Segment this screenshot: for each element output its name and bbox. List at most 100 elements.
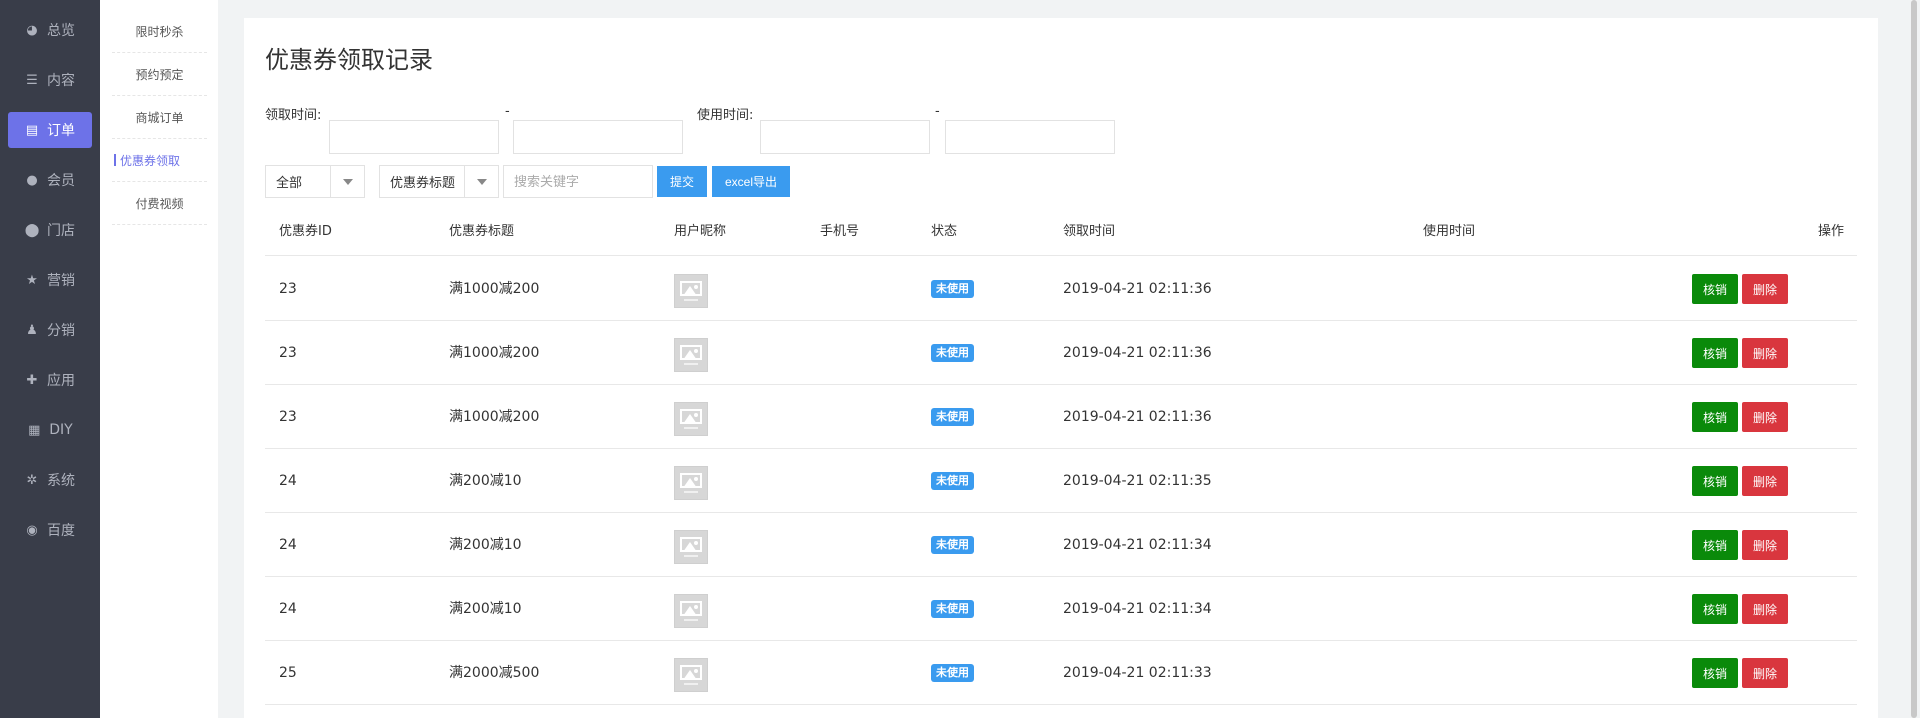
sub-nav: 限时秒杀 预约预定 商城订单 优惠券领取 付费视频 <box>100 0 218 718</box>
table-row: 24 满200减10 未使用 2019-04-21 02:11:35 核销 删除 <box>265 449 1857 513</box>
receive-time-cell: 2019-04-21 02:11:33 <box>1063 665 1212 681</box>
column-header: 使用时间 <box>1423 224 1476 239</box>
table-row: 23 满1000减200 未使用 2019-04-21 02:11:36 核销 删除 <box>265 257 1857 321</box>
delete-button[interactable]: 删除 <box>1742 402 1788 432</box>
column-header: 操作 <box>1818 224 1845 239</box>
image-placeholder-icon <box>680 281 702 296</box>
export-excel-button[interactable]: excel导出 <box>712 166 790 197</box>
nav-item-4[interactable]: ⬤ 门店 <box>8 212 92 248</box>
verify-button[interactable]: 核销 <box>1692 530 1738 560</box>
verify-button[interactable]: 核销 <box>1692 466 1738 496</box>
delete-button[interactable]: 删除 <box>1742 466 1788 496</box>
image-placeholder-icon <box>680 473 702 488</box>
column-header: 状态 <box>931 224 958 239</box>
nav-item-7[interactable]: ✚ 应用 <box>8 362 92 398</box>
nav-item-label: 门店 <box>47 223 75 239</box>
status-badge: 未使用 <box>931 536 974 554</box>
receive-time-cell: 2019-04-21 02:11:34 <box>1063 537 1212 553</box>
vertical-scrollbar[interactable] <box>1908 0 1920 718</box>
status-badge: 未使用 <box>931 408 974 426</box>
avatar <box>674 530 708 564</box>
coupon-id-cell: 23 <box>279 281 297 297</box>
nav-item-6[interactable]: ♟ 分销 <box>8 312 92 348</box>
status-badge: 未使用 <box>931 664 974 682</box>
coupon-id-cell: 23 <box>279 409 297 425</box>
nav-item-9[interactable]: ✲ 系统 <box>8 462 92 498</box>
nav-item-label: 内容 <box>47 73 75 89</box>
image-placeholder-icon <box>680 537 702 552</box>
nav-item-5[interactable]: ★ 营销 <box>8 262 92 298</box>
verify-button[interactable]: 核销 <box>1692 402 1738 432</box>
nav-item-10[interactable]: ◉ 百度 <box>8 512 92 548</box>
verify-button[interactable]: 核销 <box>1692 594 1738 624</box>
range-separator: - <box>935 104 940 119</box>
receive-time-label: 领取时间: <box>265 108 322 123</box>
table-row: 23 满1000减200 未使用 2019-04-21 02:11:36 核销 删除 <box>265 385 1857 449</box>
coupon-title-cell: 满200减10 <box>449 537 522 553</box>
delete-button[interactable]: 删除 <box>1742 274 1788 304</box>
content-panel: 优惠券领取记录 领取时间: - 使用时间: - 全部 优惠券标题 提交 exce… <box>244 18 1878 718</box>
receive-time-cell: 2019-04-21 02:11:36 <box>1063 281 1212 297</box>
coupon-id-cell: 23 <box>279 345 297 361</box>
receive-time-end-input[interactable] <box>513 120 683 154</box>
receive-time-cell: 2019-04-21 02:11:36 <box>1063 409 1212 425</box>
coupon-id-cell: 24 <box>279 537 297 553</box>
delete-button[interactable]: 删除 <box>1742 658 1788 688</box>
receive-time-start-input[interactable] <box>329 120 499 154</box>
nav-item-label: 应用 <box>47 373 75 389</box>
scrollbar-thumb[interactable] <box>1911 0 1917 718</box>
coupon-title-cell: 满200减10 <box>449 473 522 489</box>
nav-item-8[interactable]: ▦ DIY <box>8 412 92 448</box>
coupon-title-cell: 满1000减200 <box>449 409 540 425</box>
image-placeholder-caption <box>684 299 698 301</box>
table-row: 25 满2000减500 未使用 2019-04-21 02:11:33 核销 删除 <box>265 641 1857 705</box>
avatar <box>674 594 708 628</box>
image-placeholder-caption <box>684 555 698 557</box>
receive-time-cell: 2019-04-21 02:11:34 <box>1063 601 1212 617</box>
search-input[interactable] <box>503 165 653 198</box>
status-select[interactable]: 全部 <box>265 165 365 198</box>
page-title: 优惠券领取记录 <box>265 46 433 74</box>
avatar <box>674 466 708 500</box>
status-badge: 未使用 <box>931 280 974 298</box>
delete-button[interactable]: 删除 <box>1742 530 1788 560</box>
image-placeholder-icon <box>680 409 702 424</box>
verify-button[interactable]: 核销 <box>1692 338 1738 368</box>
use-time-start-input[interactable] <box>760 120 930 154</box>
nav-item-1[interactable]: ☰ 内容 <box>8 62 92 98</box>
table-header: 优惠券ID 优惠券标题 用户昵称 手机号 状态 领取时间 使用时间 操作 <box>265 208 1857 256</box>
coupon-title-cell: 满1000减200 <box>449 345 540 361</box>
submit-button[interactable]: 提交 <box>657 166 707 197</box>
users-icon: ♟ <box>26 322 38 338</box>
subnav-item-2[interactable]: 商城订单 <box>112 96 207 139</box>
subnav-item-3[interactable]: 优惠券领取 <box>112 139 207 182</box>
nav-item-label: 会员 <box>47 173 75 189</box>
nav-item-3[interactable]: ● 会员 <box>8 162 92 198</box>
delete-button[interactable]: 删除 <box>1742 594 1788 624</box>
gear-icon: ✲ <box>26 472 38 488</box>
coupon-id-cell: 24 <box>279 473 297 489</box>
use-time-end-input[interactable] <box>945 120 1115 154</box>
field-select[interactable]: 优惠券标题 <box>379 165 499 198</box>
subnav-item-1[interactable]: 预约预定 <box>112 53 207 96</box>
status-badge: 未使用 <box>931 600 974 618</box>
main-nav: ◕ 总览 ☰ 内容 ▤ 订单 ● 会员 ⬤ 门店 ★ 营销 ♟ 分销 ✚ 应用 ▦ DIY ✲ 系统 ◉ 百度 <box>0 0 100 718</box>
verify-button[interactable]: 核销 <box>1692 274 1738 304</box>
subnav-item-0[interactable]: 限时秒杀 <box>112 10 207 53</box>
subnav-item-4[interactable]: 付费视频 <box>112 182 207 225</box>
coupon-title-cell: 满1000减200 <box>449 281 540 297</box>
column-header: 领取时间 <box>1063 224 1116 239</box>
coupon-id-cell: 25 <box>279 665 297 681</box>
star-icon: ★ <box>26 272 38 288</box>
image-placeholder-caption <box>684 427 698 429</box>
table-row: 24 满200减10 未使用 2019-04-21 02:11:34 核销 删除 <box>265 577 1857 641</box>
compass-icon: ◉ <box>26 522 38 538</box>
verify-button[interactable]: 核销 <box>1692 658 1738 688</box>
status-badge: 未使用 <box>931 472 974 490</box>
nav-item-0[interactable]: ◕ 总览 <box>8 12 92 48</box>
delete-button[interactable]: 删除 <box>1742 338 1788 368</box>
column-header: 优惠券标题 <box>449 224 515 239</box>
nav-item-2[interactable]: ▤ 订单 <box>8 112 92 148</box>
image-placeholder-caption <box>684 619 698 621</box>
range-separator: - <box>505 104 510 119</box>
